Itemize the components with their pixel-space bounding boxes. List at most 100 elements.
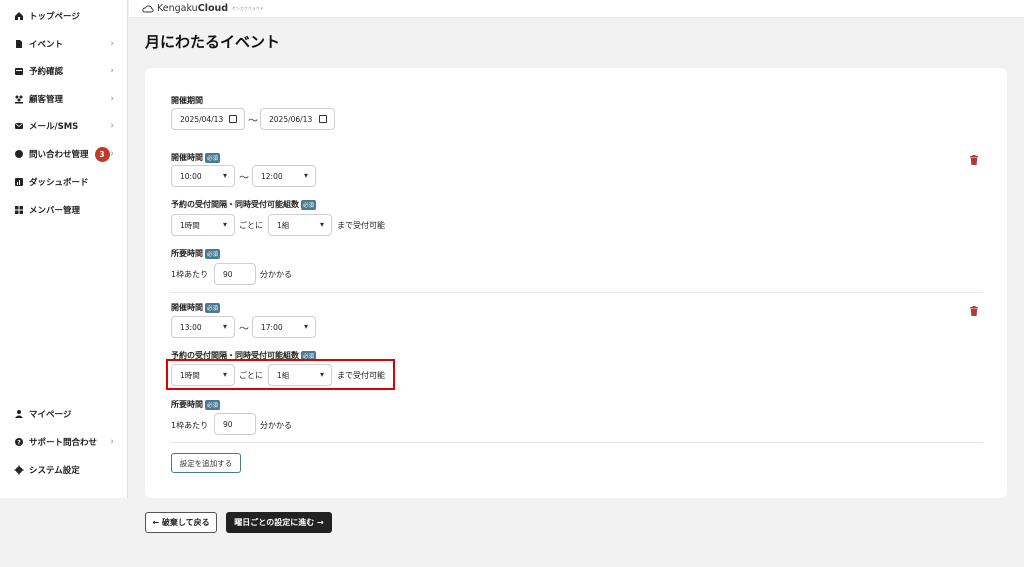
duration-input[interactable]: 90 [214,263,256,285]
sidebar-item-mypage[interactable]: マイページ [14,405,122,423]
start-time-select[interactable]: 13:00 ▾ [171,316,235,338]
add-setting-button[interactable]: 設定を追加する [171,453,241,473]
required-badge: 必須 [301,199,317,210]
range-tilde: 〜 [239,173,249,184]
sidebar-item-event[interactable]: イベント › [14,35,122,53]
calendar-icon[interactable] [319,115,327,123]
chevron-down-icon: ▾ [303,322,308,331]
duration-label: 所要時間 必須 [171,248,221,259]
duration-prefix: 1枠あたり [171,270,209,279]
groups-select[interactable]: 1組 ▾ [268,214,332,236]
chevron-right-icon: › [110,66,114,76]
duration-suffix: 分かかる [260,270,292,279]
users-icon [14,94,24,104]
help-icon: ? [14,437,24,447]
required-badge: 必須 [205,302,221,313]
sidebar-item-label: イベント [29,40,64,50]
user-icon [14,409,24,419]
chevron-down-icon: ▾ [303,171,308,180]
chevron-down-icon: ▾ [319,220,324,229]
chevron-right-icon: › [110,149,114,159]
duration-prefix: 1枠あたり [171,421,209,430]
next-weekday-settings-button[interactable]: 曜日ごとの設定に進む → [226,512,332,533]
discard-back-button[interactable]: ← 破棄して戻る [145,512,217,533]
settings-card: 開催期間 2025/04/13 〜 2025/06/13 開催時間 必須 10:0… [145,68,1007,498]
sidebar-item-label: トップページ [29,12,80,22]
duration-value: 90 [223,269,233,279]
period-label: 開催期間 [171,96,203,105]
end-time-value: 12:00 [261,171,283,181]
logo-subtext: ケンガククラウド [232,5,264,11]
range-tilde: 〜 [239,324,249,335]
chart-icon [14,177,24,187]
chevron-down-icon: ▾ [222,171,227,180]
chevron-right-icon: › [110,94,114,104]
interval-suffix: ごとに [239,221,263,230]
sidebar-item-inquiries[interactable]: 問い合わせ管理 3 › [14,145,122,163]
divider [171,292,983,293]
required-badge: 必須 [205,248,221,259]
mail-icon [14,121,24,131]
sidebar-item-members[interactable]: メンバー管理 [14,201,122,219]
sidebar-item-label: システム設定 [29,466,80,476]
start-time-select[interactable]: 10:00 ▾ [171,165,235,187]
gear-icon [14,465,24,475]
sidebar-item-reservations[interactable]: 予約確認 › [14,62,122,80]
time-label-text: 開催時間 [171,153,203,162]
end-time-value: 17:00 [261,322,283,332]
highlight-box [166,359,395,390]
sidebar-item-mail[interactable]: メール/SMS › [14,117,122,135]
end-date-value: 2025/06/13 [269,114,313,124]
notification-badge: 3 [94,146,110,162]
start-date-input[interactable]: 2025/04/13 [171,108,245,130]
trash-icon[interactable] [970,150,978,165]
divider [171,442,983,443]
groups-suffix: まで受付可能 [337,221,385,230]
sidebar-item-label: メール/SMS [29,122,79,132]
sidebar-item-label: 顧客管理 [29,95,64,105]
range-tilde: 〜 [248,116,258,127]
end-date-input[interactable]: 2025/06/13 [260,108,335,130]
groups-value: 1組 [277,220,290,230]
chevron-right-icon: › [110,437,114,447]
trash-icon[interactable] [970,301,978,316]
sidebar-item-dashboard[interactable]: ダッシュボード [14,173,122,191]
duration-value: 90 [223,419,233,429]
app-logo[interactable]: Kengaku Cloud ケンガククラウド [142,3,264,14]
logo-text: Kengaku [157,3,198,14]
end-time-select[interactable]: 17:00 ▾ [252,316,316,338]
chat-icon [14,149,24,159]
duration-suffix: 分かかる [260,421,292,430]
sidebar-item-settings[interactable]: システム設定 [14,461,122,479]
time-label: 開催時間 必須 [171,152,221,163]
chevron-down-icon: ▾ [222,322,227,331]
required-badge: 必須 [205,152,221,163]
duration-label-text: 所要時間 [171,400,203,409]
interval-select[interactable]: 1時間 ▾ [171,214,235,236]
topbar: Kengaku Cloud ケンガククラウド [129,0,1024,18]
chevron-down-icon: ▾ [222,220,227,229]
sidebar-item-label: 問い合わせ管理 [29,150,89,160]
calendar-icon [14,66,24,76]
chevron-right-icon: › [110,121,114,131]
time-label: 開催時間 必須 [171,302,221,313]
start-time-value: 13:00 [180,322,202,332]
duration-input[interactable]: 90 [214,413,256,435]
interval-label-text: 予約の受付間隔・同時受付可能組数 [171,200,299,209]
start-time-value: 10:00 [180,171,202,181]
duration-label: 所要時間 必須 [171,399,221,410]
duration-label-text: 所要時間 [171,249,203,258]
sidebar-item-label: メンバー管理 [29,206,81,216]
required-badge: 必須 [205,399,221,410]
time-label-text: 開催時間 [171,303,203,312]
calendar-icon[interactable] [229,115,237,123]
sidebar-item-support[interactable]: ? サポート問合わせ › [14,433,122,451]
home-icon [14,11,24,21]
sidebar-item-top[interactable]: トップページ [14,7,122,25]
sidebar-item-customers[interactable]: 顧客管理 › [14,90,122,108]
sidebar-item-label: サポート問合わせ [29,438,98,448]
end-time-select[interactable]: 12:00 ▾ [252,165,316,187]
document-icon [14,39,24,49]
page-title: 月にわたるイベント [145,33,281,51]
cloud-icon [142,4,154,13]
